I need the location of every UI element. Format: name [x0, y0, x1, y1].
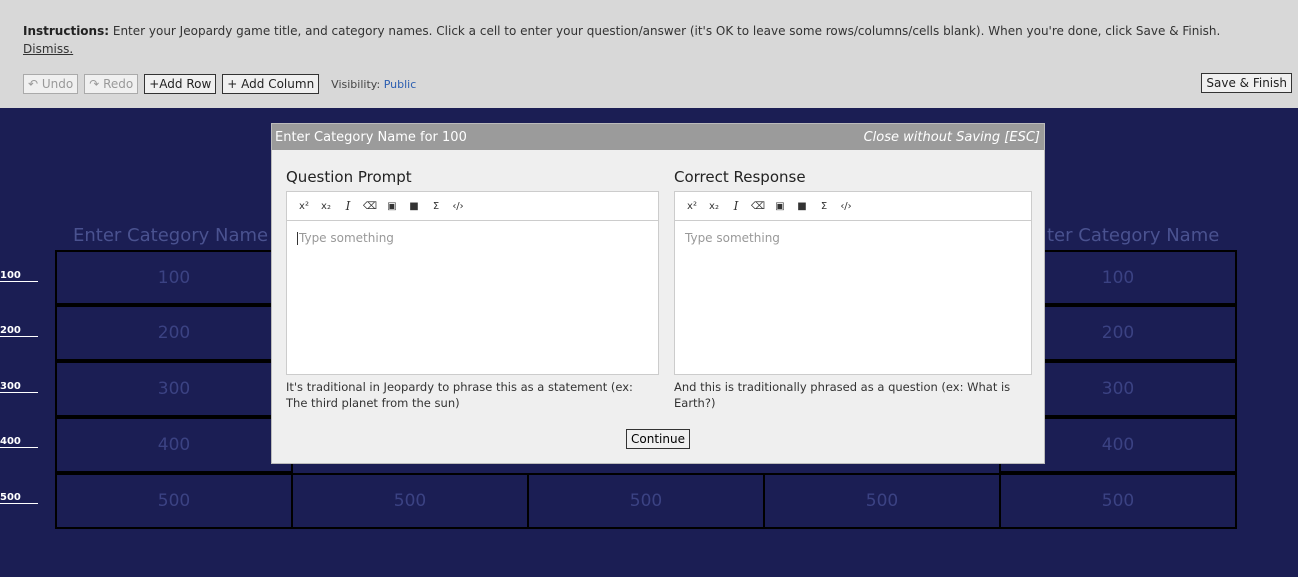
subscript-icon[interactable]: x₂	[315, 201, 337, 212]
italic-icon[interactable]: I	[337, 199, 359, 213]
category-modal: Enter Category Name for 100 Close withou…	[271, 123, 1045, 464]
question-column: Question Prompt x² x₂ I ⌫ ▣ ■ Σ ‹/› Type…	[286, 168, 659, 411]
answer-placeholder: Type something	[685, 231, 780, 245]
code-icon[interactable]: ‹/›	[835, 201, 857, 212]
add-row-button[interactable]: +Add Row	[144, 74, 217, 94]
modal-title: Enter Category Name for 100	[275, 129, 467, 145]
instructions-text: Enter your Jeopardy game title, and cate…	[109, 24, 1221, 38]
answer-title: Correct Response	[674, 168, 806, 186]
row-label-100: 100	[0, 270, 38, 282]
answer-hint: And this is traditionally phrased as a q…	[674, 380, 1011, 410]
answer-input[interactable]: Type something	[675, 221, 1031, 374]
row-label-500: 500	[0, 492, 38, 504]
cell-c4-500[interactable]: 500	[763, 473, 1001, 529]
cell-c1-100[interactable]: 100	[55, 250, 293, 305]
top-toolbar: Instructions: Enter your Jeopardy game t…	[0, 0, 1298, 108]
answer-editor: x² x₂ I ⌫ ▣ ■ Σ ‹/› Type something	[674, 191, 1032, 375]
superscript-icon[interactable]: x²	[681, 201, 703, 212]
add-column-button[interactable]: + Add Column	[222, 74, 320, 94]
question-hint: It's traditional in Jeopardy to phrase t…	[286, 380, 633, 410]
answer-column: Correct Response x² x₂ I ⌫ ▣ ■ Σ ‹/› Typ…	[674, 168, 1034, 411]
image-icon[interactable]: ▣	[381, 201, 403, 212]
cell-c5-500[interactable]: 500	[999, 473, 1237, 529]
row-label-300: 300	[0, 381, 38, 393]
redo-button[interactable]: ↷ Redo	[84, 74, 139, 94]
question-title: Question Prompt	[286, 168, 412, 186]
visibility-label: Visibility:	[331, 77, 381, 91]
text-caret	[297, 232, 298, 245]
image-icon[interactable]: ▣	[769, 201, 791, 212]
italic-icon[interactable]: I	[725, 199, 747, 213]
toolbar-buttons: ↶ Undo ↷ Redo +Add Row + Add Column Visi…	[23, 73, 416, 95]
close-without-saving[interactable]: Close without Saving [ESC]	[864, 130, 1040, 145]
cell-c1-400[interactable]: 400	[55, 417, 293, 473]
visibility-value[interactable]: Public	[384, 78, 417, 91]
question-editor: x² x₂ I ⌫ ▣ ■ Σ ‹/› Type something	[286, 191, 659, 375]
code-icon[interactable]: ‹/›	[447, 201, 469, 212]
instructions-label: Instructions:	[23, 24, 110, 38]
cell-c1-300[interactable]: 300	[55, 361, 293, 417]
cell-c1-200[interactable]: 200	[55, 305, 293, 361]
dismiss-link[interactable]: Dismiss.	[23, 42, 73, 56]
video-icon[interactable]: ■	[791, 201, 813, 212]
continue-button[interactable]: Continue	[626, 429, 690, 449]
save-finish-button[interactable]: Save & Finish	[1201, 73, 1292, 93]
subscript-icon[interactable]: x₂	[703, 201, 725, 212]
category-name-1[interactable]: Enter Category Name	[73, 225, 268, 246]
answer-editor-toolbar: x² x₂ I ⌫ ▣ ■ Σ ‹/›	[675, 192, 1031, 221]
video-icon[interactable]: ■	[403, 201, 425, 212]
question-input[interactable]: Type something	[287, 221, 658, 374]
category-name-5[interactable]: ter Category Name	[1047, 225, 1219, 246]
formula-icon[interactable]: Σ	[813, 201, 835, 212]
superscript-icon[interactable]: x²	[293, 201, 315, 212]
modal-header: Enter Category Name for 100 Close withou…	[272, 124, 1044, 150]
visibility: Visibility: Public	[331, 78, 416, 91]
formula-icon[interactable]: Σ	[425, 201, 447, 212]
cell-c2-500[interactable]: 500	[291, 473, 529, 529]
eraser-icon[interactable]: ⌫	[359, 201, 381, 212]
undo-button[interactable]: ↶ Undo	[23, 74, 79, 94]
question-placeholder: Type something	[299, 231, 394, 245]
cell-c3-500[interactable]: 500	[527, 473, 765, 529]
question-editor-toolbar: x² x₂ I ⌫ ▣ ■ Σ ‹/›	[287, 192, 658, 221]
cell-c1-500[interactable]: 500	[55, 473, 293, 529]
row-label-200: 200	[0, 325, 38, 337]
eraser-icon[interactable]: ⌫	[747, 201, 769, 212]
row-label-400: 400	[0, 436, 38, 448]
instructions: Instructions: Enter your Jeopardy game t…	[23, 22, 1288, 58]
